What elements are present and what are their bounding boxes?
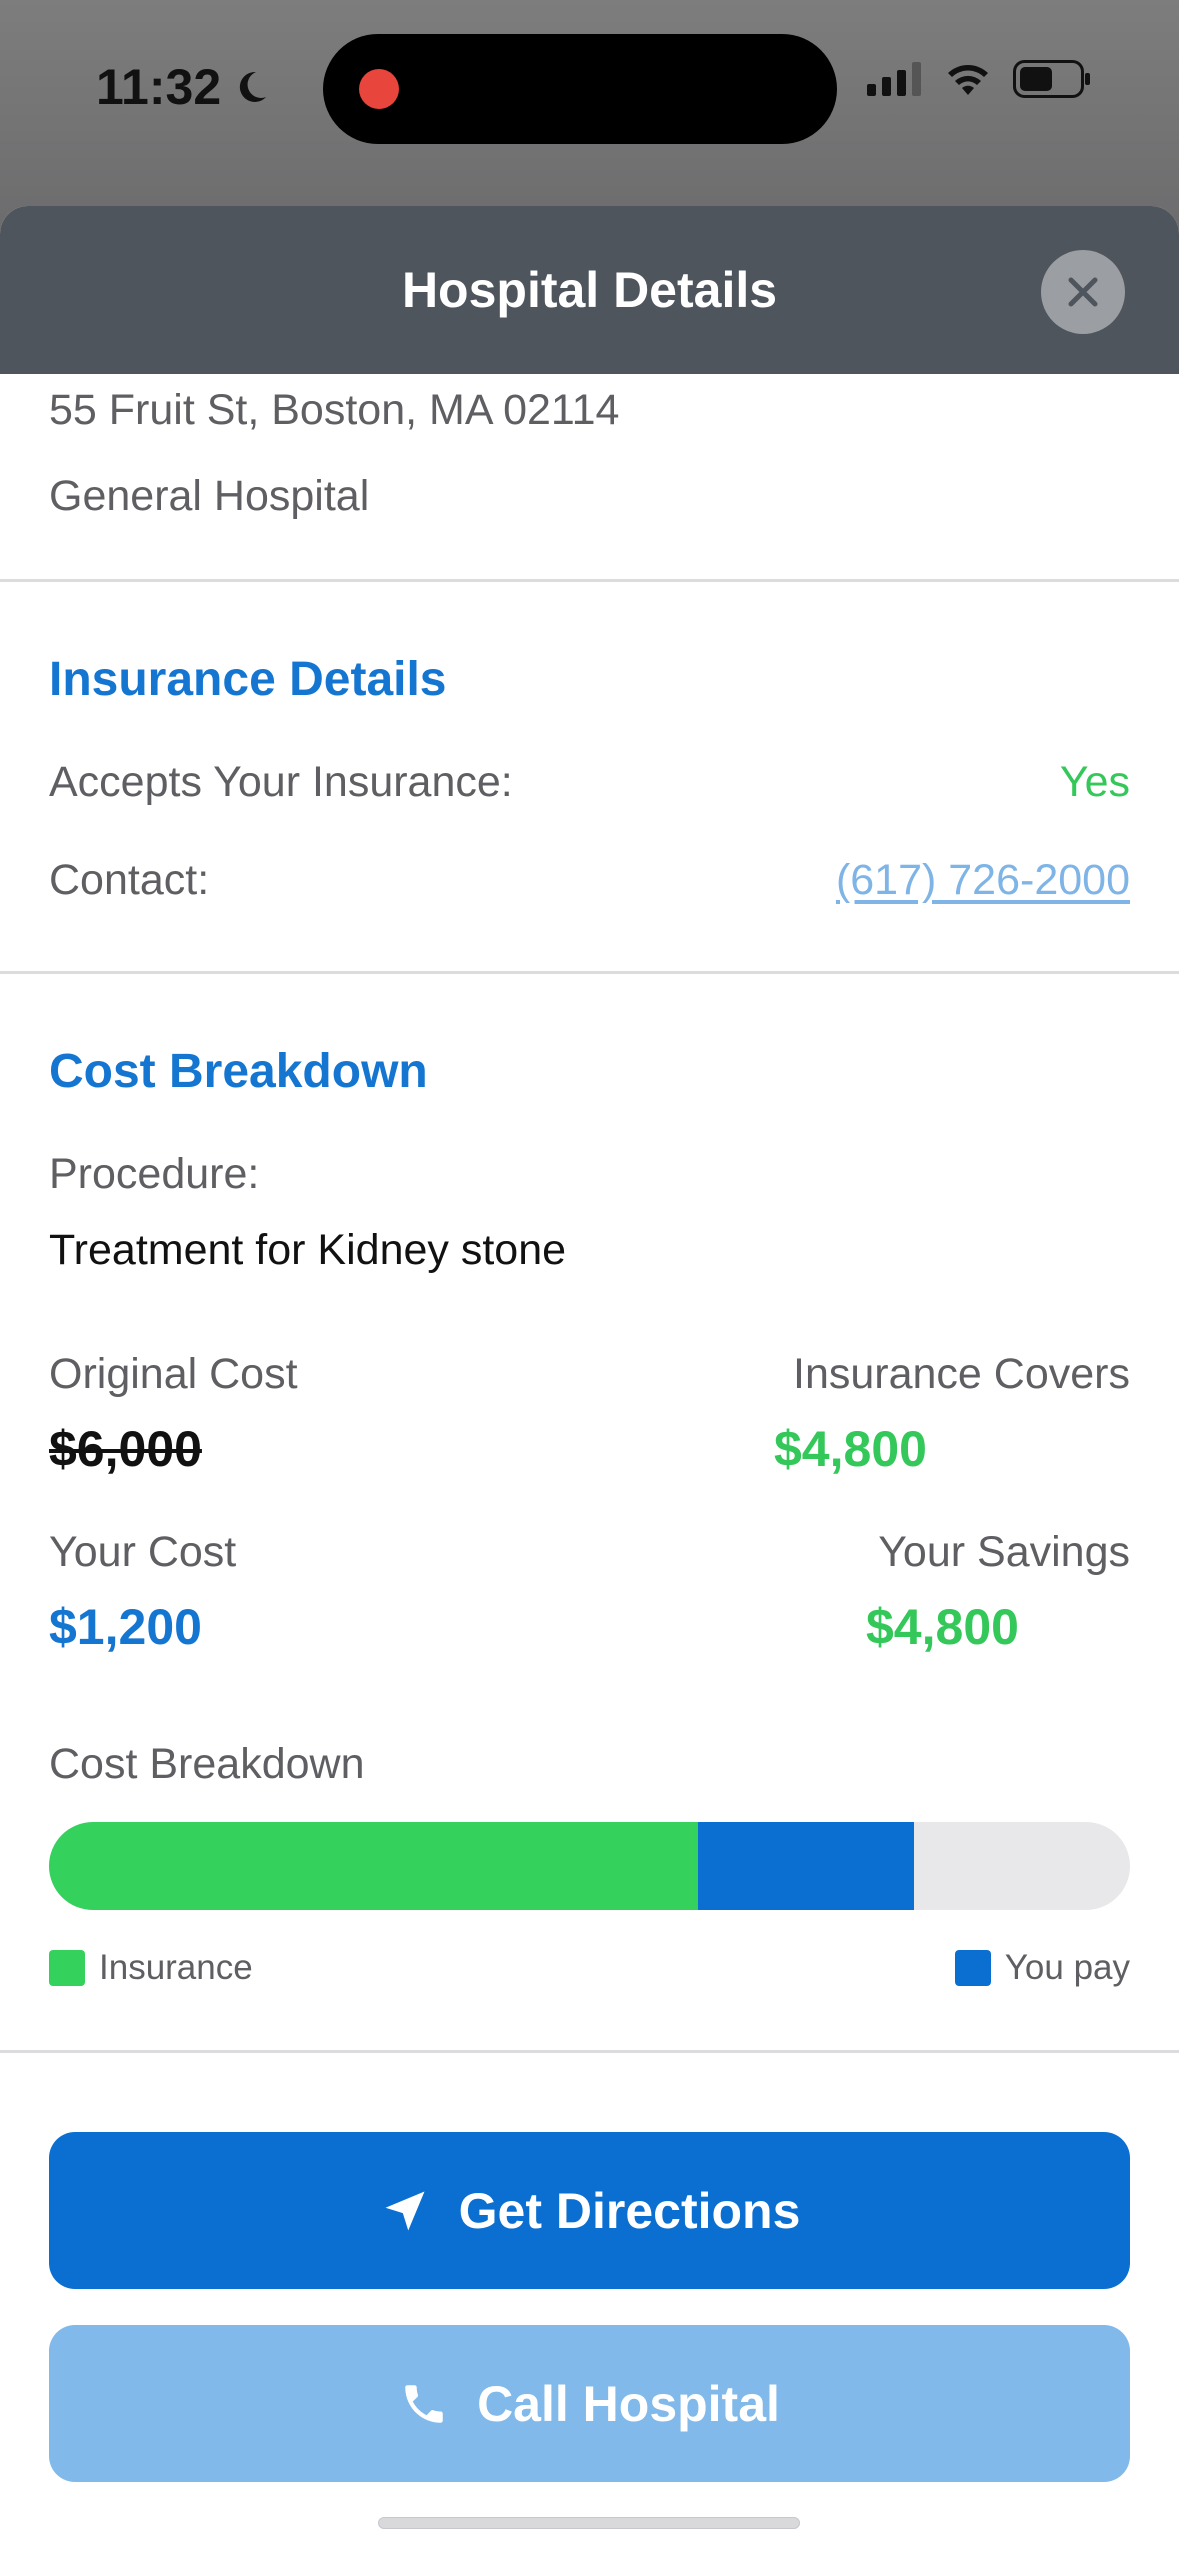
you-pay-bar-segment [697, 1822, 914, 1910]
your-cost-label: Your Cost [49, 1528, 237, 1576]
sheet-title: Hospital Details [401, 262, 778, 318]
cellular-signal-icon [867, 62, 921, 96]
divider [0, 579, 1179, 582]
hospital-details-sheet: Hospital Details 55 Fruit St, Boston, MA… [0, 206, 1179, 2556]
procedure-value: Treatment for Kidney stone [49, 1226, 567, 1274]
phone-icon [405, 2384, 443, 2423]
cost-breakdown-label: Cost Breakdown [49, 1740, 365, 1788]
your-savings-value: $4,800 [866, 1599, 1019, 1655]
cost-section-title: Cost Breakdown [49, 1045, 428, 1098]
get-directions-button[interactable]: Get Directions [49, 2132, 1130, 2289]
hospital-type: General Hospital [49, 472, 370, 520]
dynamic-island [323, 34, 837, 144]
accepts-insurance-value: Yes [1059, 758, 1130, 806]
insurance-covers-value: $4,800 [774, 1421, 927, 1477]
procedure-label: Procedure: [49, 1150, 260, 1198]
wifi-icon [948, 65, 988, 95]
close-icon [1068, 277, 1098, 307]
divider [0, 2050, 1179, 2053]
legend-you-pay: You pay [954, 1948, 1130, 1988]
cost-breakdown-bar [49, 1822, 1130, 1910]
insurance-section-title: Insurance Details [49, 653, 447, 706]
legend-insurance-label: Insurance [99, 1948, 253, 1987]
call-hospital-label: Call Hospital [477, 2375, 780, 2432]
contact-label: Contact: [49, 856, 210, 904]
navigation-arrow-icon [385, 2191, 425, 2230]
recording-indicator-icon [359, 69, 399, 109]
your-cost-value: $1,200 [49, 1599, 202, 1655]
status-icons [867, 60, 1091, 98]
sheet-header: Hospital Details [0, 206, 1179, 374]
close-button[interactable] [1041, 250, 1125, 334]
moon-icon [239, 71, 267, 102]
status-time: 11:32 [96, 58, 271, 116]
home-indicator[interactable] [378, 2517, 800, 2529]
get-directions-label: Get Directions [458, 2182, 801, 2239]
original-cost-label: Original Cost [49, 1350, 298, 1398]
call-hospital-button[interactable]: Call Hospital [49, 2325, 1130, 2482]
you-pay-swatch [954, 1950, 991, 1986]
divider [0, 971, 1179, 974]
battery-icon [1013, 60, 1090, 98]
accepts-insurance-label: Accepts Your Insurance: [49, 758, 513, 806]
legend-you-pay-label: You pay [1004, 1948, 1130, 1987]
legend-insurance: Insurance [49, 1948, 253, 1988]
status-time-text: 11:32 [96, 59, 222, 115]
contact-phone-link[interactable]: (617) 726-2000 [836, 856, 1130, 905]
insurance-bar-segment [49, 1822, 698, 1910]
original-cost-value: $6,000 [49, 1421, 202, 1477]
hospital-address: 55 Fruit St, Boston, MA 02114 [49, 386, 620, 434]
insurance-swatch [49, 1950, 85, 1986]
insurance-covers-label: Insurance Covers [793, 1350, 1130, 1398]
your-savings-label: Your Savings [878, 1528, 1130, 1576]
